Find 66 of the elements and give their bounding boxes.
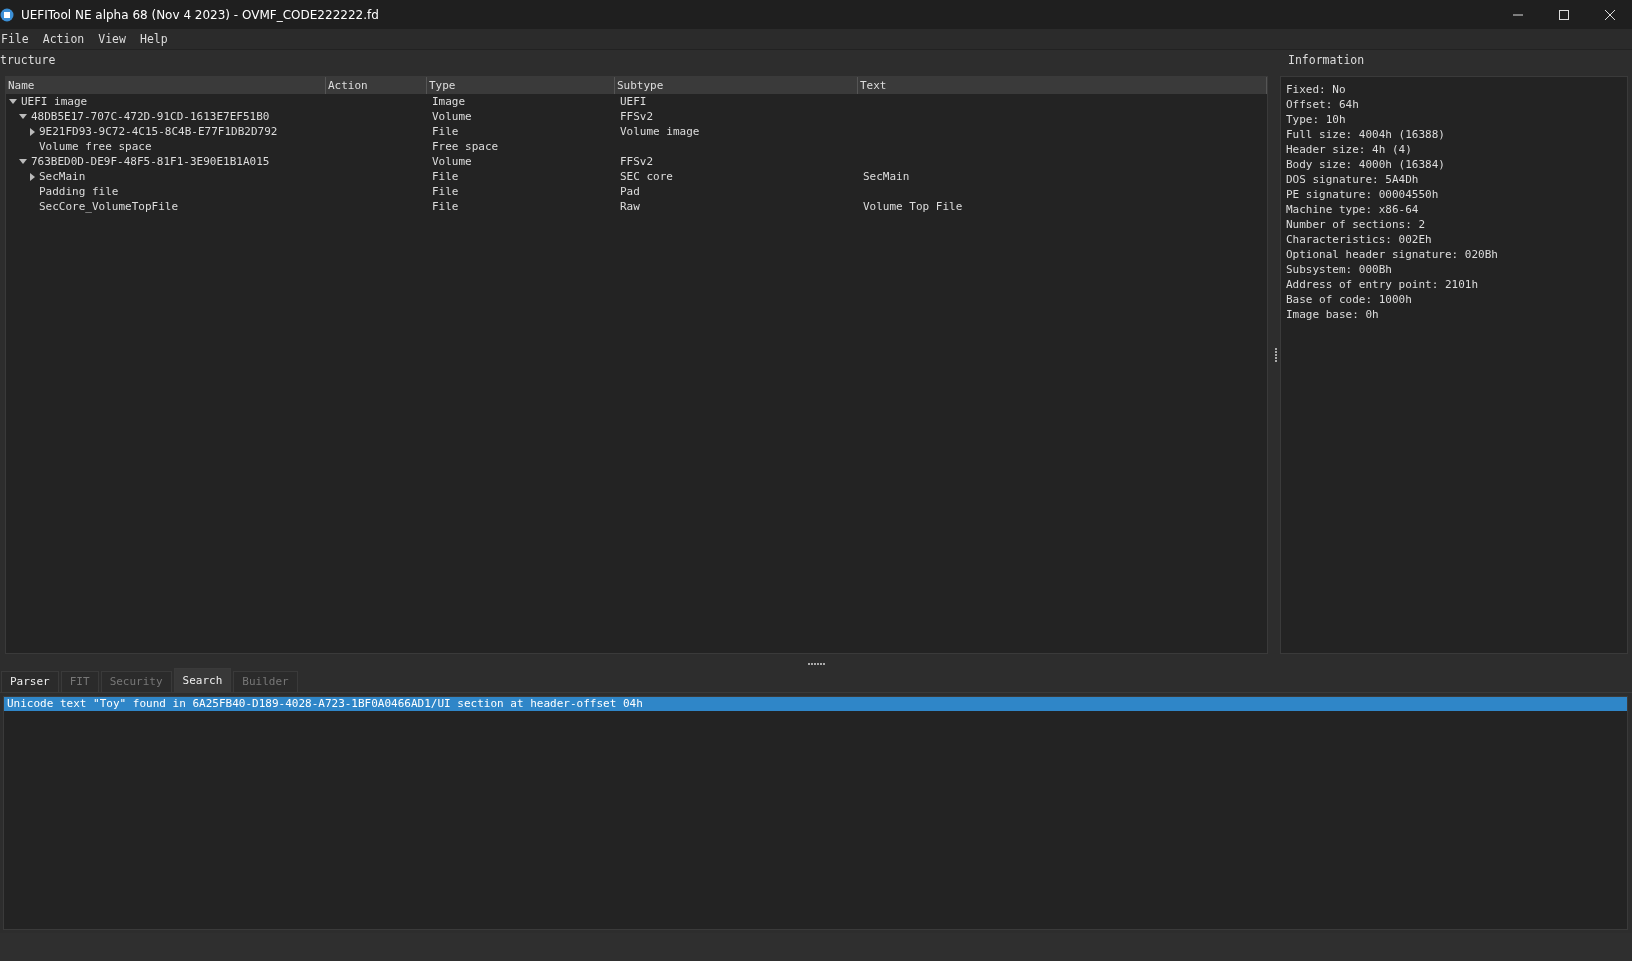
table-cell: Volume image: [620, 125, 700, 138]
table-cell: SEC core: [620, 170, 673, 183]
splitter-handle-icon[interactable]: [1275, 348, 1277, 362]
collapse-arrow-icon[interactable]: [9, 99, 17, 104]
menu-item[interactable]: Action: [42, 32, 85, 46]
panel-title: Information: [1287, 52, 1366, 69]
expand-arrow-icon[interactable]: [30, 172, 35, 181]
table-cell: Raw: [620, 200, 640, 213]
maximize-icon[interactable]: [1558, 8, 1570, 21]
info-line: Machine type: x86-64: [1286, 202, 1420, 217]
table-cell: Free space: [432, 140, 499, 153]
tree-item[interactable]: 763BED0D-DE9F-48F5-81F1-3E90E1B1A015: [31, 155, 270, 168]
menu-item[interactable]: File: [1, 32, 29, 46]
window-title: UEFITool NE alpha 68 (Nov 4 2023) - OVMF_CODE222222.fd: [21, 7, 380, 22]
info-line: Characteristics: 002Eh: [1286, 232, 1433, 247]
message-item[interactable]: Unicode text "Toy" found in 6A25FB40-D189-4028-A723-1BF0A0466AD1/UI section at header-offset 04h: [4, 697, 1627, 711]
tree-item[interactable]: Padding file: [39, 185, 119, 198]
table-cell: File: [432, 170, 459, 183]
app-icon: [0, 7, 14, 22]
info-line: Full size: 4004h (16388): [1286, 127, 1446, 142]
tree-item[interactable]: 48DB5E17-707C-472D-91CD-1613E7EF51B0: [31, 110, 270, 123]
tree-item[interactable]: SecMain: [39, 170, 86, 183]
column-header[interactable]: Text: [858, 77, 1267, 94]
info-line: Base of code: 1000h: [1286, 292, 1413, 307]
tree-item[interactable]: Volume free space: [39, 140, 152, 153]
table-cell: Pad: [620, 185, 640, 198]
menu-item[interactable]: View: [98, 32, 126, 46]
info-line: Number of sections: 2: [1286, 217, 1427, 232]
column-header[interactable]: Action: [326, 77, 427, 94]
table-cell: File: [432, 125, 459, 138]
collapse-arrow-icon[interactable]: [19, 159, 27, 164]
info-line: Offset: 64h: [1286, 97, 1360, 112]
panel-title: tructure: [0, 52, 57, 69]
table-cell: Image: [432, 95, 466, 108]
info-line: PE signature: 00004550h: [1286, 187, 1440, 202]
table-cell: Volume: [432, 155, 472, 168]
table-cell: Volume: [432, 110, 472, 123]
splitter-handle-icon[interactable]: [807, 663, 825, 665]
column-header[interactable]: Subtype: [615, 77, 858, 94]
table-cell: File: [432, 185, 459, 198]
collapse-arrow-icon[interactable]: [19, 114, 27, 119]
table-cell: FFSv2: [620, 110, 654, 123]
info-line: Fixed: No: [1286, 82, 1347, 97]
tree-item[interactable]: SecCore_VolumeTopFile: [39, 200, 179, 213]
table-cell: Volume Top File: [863, 200, 963, 213]
info-line: DOS signature: 5A4Dh: [1286, 172, 1420, 187]
info-line: Subsystem: 000Bh: [1286, 262, 1393, 277]
close-icon[interactable]: [1604, 8, 1616, 21]
tree-item[interactable]: 9E21FD93-9C72-4C15-8C4B-E77F1DB2D792: [39, 125, 278, 138]
info-line: Header size: 4h (4): [1286, 142, 1413, 157]
info-line: Address of entry point: 2101h: [1286, 277, 1480, 292]
info-line: Optional header signature: 020Bh: [1286, 247, 1499, 262]
table-cell: UEFI: [620, 95, 647, 108]
tab[interactable]: Search: [173, 668, 232, 692]
info-line: Type: 10h: [1286, 112, 1347, 127]
column-header[interactable]: Name: [6, 77, 326, 94]
column-header[interactable]: Type: [427, 77, 615, 94]
expand-arrow-icon[interactable]: [30, 127, 35, 136]
tree-item[interactable]: UEFI image: [21, 95, 88, 108]
table-cell: File: [432, 200, 459, 213]
table-cell: SecMain: [863, 170, 910, 183]
info-line: Body size: 4000h (16384): [1286, 157, 1446, 172]
table-cell: FFSv2: [620, 155, 654, 168]
tab[interactable]: Parser: [1, 671, 59, 692]
menu-item[interactable]: Help: [139, 32, 168, 46]
info-line: Image base: 0h: [1286, 307, 1380, 322]
